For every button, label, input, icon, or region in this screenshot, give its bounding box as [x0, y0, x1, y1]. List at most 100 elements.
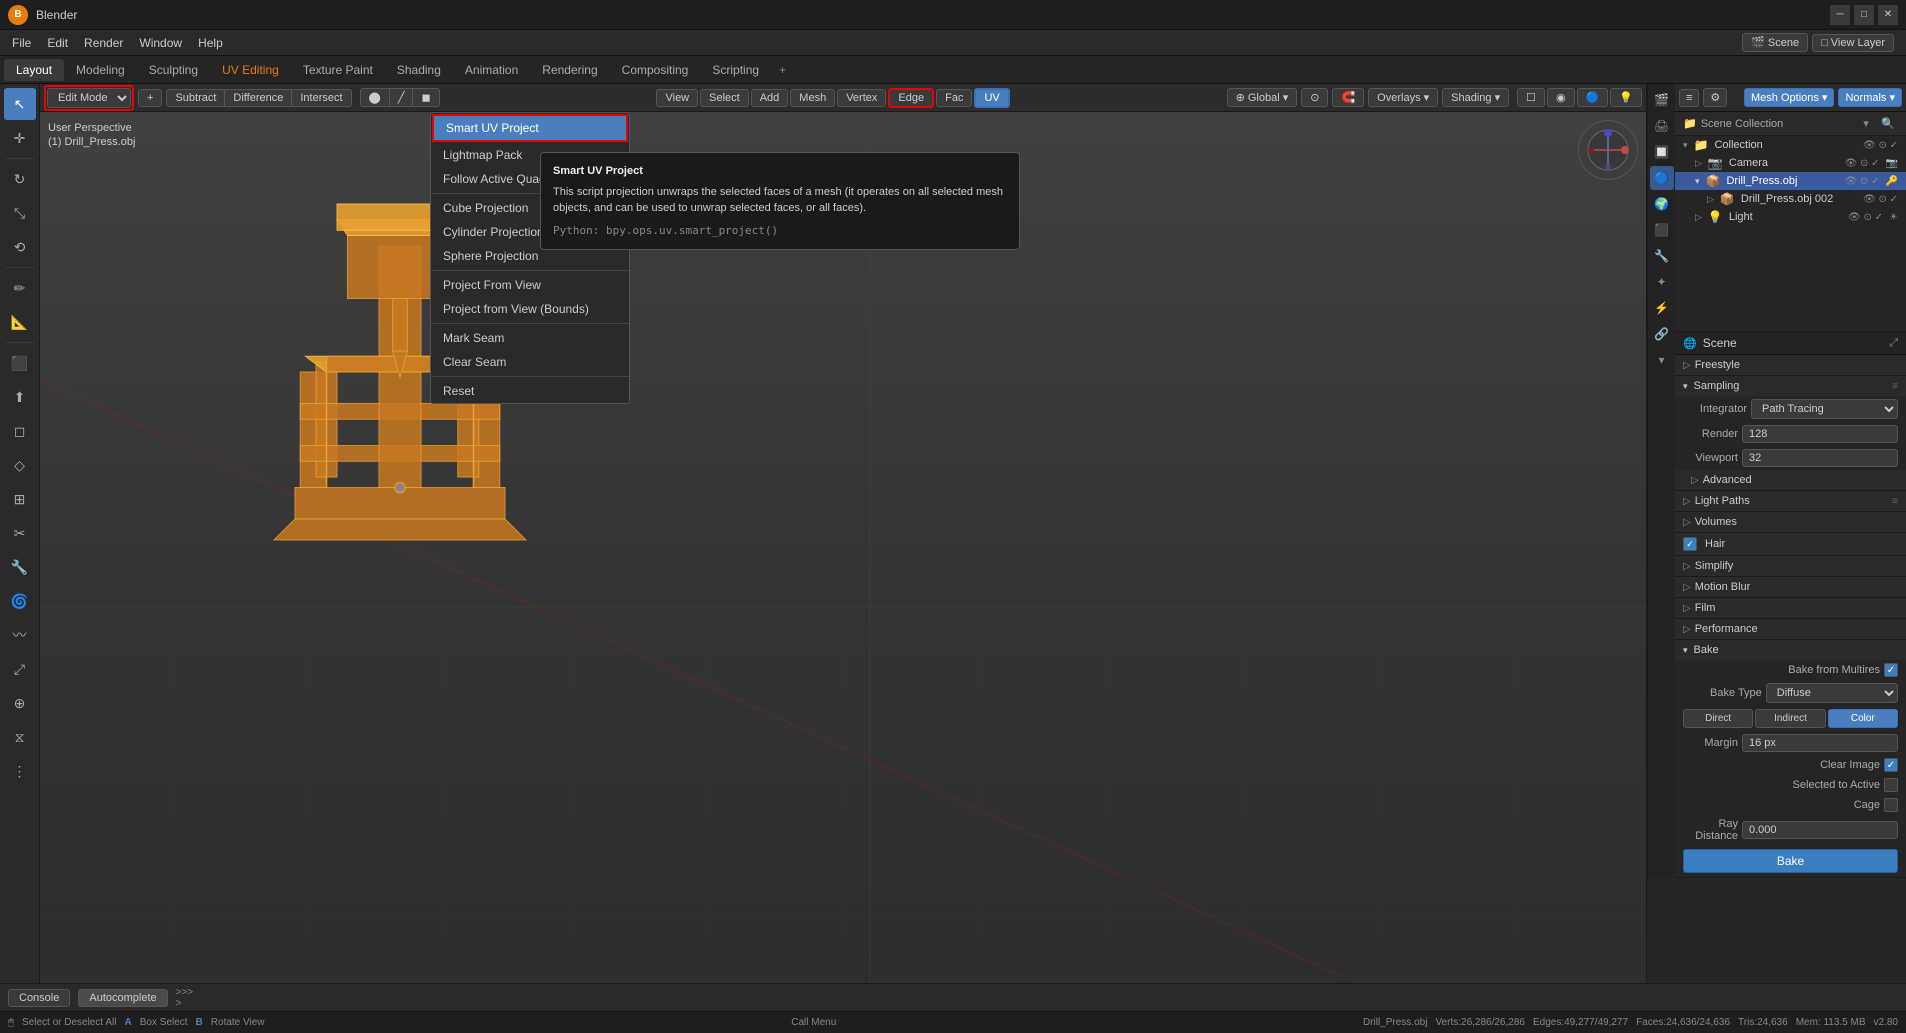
- view-orientation-gizmo[interactable]: [1578, 120, 1638, 180]
- viewport-value-input[interactable]: [1742, 449, 1898, 467]
- select-menu[interactable]: Select: [700, 89, 749, 107]
- view-menu[interactable]: View: [656, 89, 698, 107]
- uv-project-from-view-bounds[interactable]: Project from View (Bounds): [431, 297, 629, 321]
- hair-header[interactable]: ✓ Hair: [1675, 533, 1906, 555]
- bake-from-multires-checkbox[interactable]: ✓: [1884, 663, 1898, 677]
- properties-toggle[interactable]: ⚙: [1703, 88, 1727, 107]
- uv-reset[interactable]: Reset: [431, 379, 629, 403]
- tool-spin[interactable]: 🌀: [4, 585, 36, 617]
- volumes-header[interactable]: ▷ Volumes: [1675, 512, 1906, 532]
- tool-cursor[interactable]: ↖: [4, 88, 36, 120]
- cage-checkbox[interactable]: [1884, 798, 1898, 812]
- tool-smooth[interactable]: 〰: [4, 619, 36, 651]
- film-header[interactable]: ▷ Film: [1675, 598, 1906, 618]
- indirect-btn[interactable]: Indirect: [1755, 709, 1825, 728]
- constraints-props-icon[interactable]: 🔗: [1650, 322, 1674, 346]
- face-menu[interactable]: Fac: [936, 89, 972, 107]
- menu-file[interactable]: File: [4, 34, 39, 52]
- scene-tree-item-drill-press[interactable]: ▾ 📦 Drill_Press.obj 👁 ⊙ ✓ 🔑: [1675, 172, 1906, 190]
- tool-knife[interactable]: ✂: [4, 517, 36, 549]
- face-select-btn[interactable]: ◼: [412, 88, 439, 107]
- tab-compositing[interactable]: Compositing: [610, 59, 701, 81]
- viewport-3d[interactable]: Edit Mode + Subtract Difference Intersec…: [40, 84, 1646, 983]
- tab-scripting[interactable]: Scripting: [700, 59, 771, 81]
- scene-tree-item-drill-press-002[interactable]: ▷ 📦 Drill_Press.obj 002 👁 ⊙ ✓: [1675, 190, 1906, 208]
- tab-modeling[interactable]: Modeling: [64, 59, 137, 81]
- direct-btn[interactable]: Direct: [1683, 709, 1753, 728]
- tool-extrude[interactable]: ⬆: [4, 381, 36, 413]
- console-tab[interactable]: Console: [8, 989, 70, 1007]
- margin-input[interactable]: [1742, 734, 1898, 752]
- tool-annotate[interactable]: ✏: [4, 272, 36, 304]
- modifier-props-icon[interactable]: 🔧: [1650, 244, 1674, 268]
- material-shading[interactable]: 🔵: [1577, 88, 1609, 107]
- tool-scale[interactable]: ⤡: [4, 197, 36, 229]
- rendered-shading[interactable]: 💡: [1610, 88, 1642, 107]
- close-button[interactable]: ✕: [1878, 5, 1898, 25]
- color-btn[interactable]: Color: [1828, 709, 1898, 728]
- proportional-edit[interactable]: ⊙: [1301, 88, 1328, 107]
- simplify-header[interactable]: ▷ Simplify: [1675, 556, 1906, 576]
- performance-header[interactable]: ▷ Performance: [1675, 619, 1906, 639]
- menu-edit[interactable]: Edit: [39, 34, 76, 52]
- intersect-btn[interactable]: Intersect: [291, 89, 351, 107]
- autocomplete-tab[interactable]: Autocomplete: [78, 989, 167, 1007]
- advanced-header[interactable]: ▷ Advanced: [1675, 470, 1906, 490]
- tool-inset[interactable]: ◻: [4, 415, 36, 447]
- scene-tree-item-light[interactable]: ▷ 💡 Light 👁 ⊙ ✓ ☀: [1675, 208, 1906, 226]
- scene-tree-item-camera[interactable]: ▷ 📷 Camera 👁 ⊙ ✓ 📷: [1675, 154, 1906, 172]
- global-selector[interactable]: ⊕ Global ▾: [1227, 88, 1298, 107]
- view-layer-selector[interactable]: □ View Layer: [1812, 34, 1894, 52]
- wireframe-shading[interactable]: ☐: [1517, 88, 1545, 107]
- view-layer-props-icon[interactable]: 🔲: [1650, 140, 1674, 164]
- data-props-icon[interactable]: ▾: [1650, 348, 1674, 372]
- shading-btn[interactable]: Shading ▾: [1442, 88, 1509, 107]
- minimize-button[interactable]: ─: [1830, 5, 1850, 25]
- tool-transform[interactable]: ⟲: [4, 231, 36, 263]
- add-btn[interactable]: +: [138, 89, 162, 107]
- mesh-options-btn[interactable]: Mesh Options ▾: [1744, 88, 1834, 107]
- tool-loop-cut[interactable]: ⊞: [4, 483, 36, 515]
- tab-sculpting[interactable]: Sculpting: [137, 59, 210, 81]
- tool-bevel[interactable]: ◇: [4, 449, 36, 481]
- edge-select-btn[interactable]: ╱: [389, 88, 413, 107]
- mode-selector[interactable]: Edit Mode: [47, 88, 131, 108]
- freestyle-header[interactable]: ▷ Freestyle: [1675, 355, 1906, 375]
- tool-rip[interactable]: ⋮: [4, 755, 36, 787]
- mesh-menu[interactable]: Mesh: [790, 89, 835, 107]
- menu-render[interactable]: Render: [76, 34, 131, 52]
- tool-add-cube[interactable]: ⬛: [4, 347, 36, 379]
- vertex-select-btn[interactable]: ⬤: [360, 88, 389, 107]
- tool-move[interactable]: ✛: [4, 122, 36, 154]
- tool-rotate[interactable]: ↻: [4, 163, 36, 195]
- solid-shading[interactable]: ◉: [1547, 88, 1575, 107]
- object-props-icon[interactable]: ⬛: [1650, 218, 1674, 242]
- selected-to-active-checkbox[interactable]: [1884, 778, 1898, 792]
- outliner-filter-btn[interactable]: ▾: [1856, 114, 1876, 134]
- scene-fullscreen-icon[interactable]: ⤢: [1889, 337, 1898, 350]
- scene-tree-item-collection[interactable]: ▾ 📁 Collection 👁 ⊙ ✓: [1675, 136, 1906, 154]
- add-menu[interactable]: Add: [751, 89, 789, 107]
- outliner-toggle[interactable]: ≡: [1679, 89, 1699, 107]
- tool-shear[interactable]: ⧖: [4, 721, 36, 753]
- menu-help[interactable]: Help: [190, 34, 231, 52]
- sampling-list-icon[interactable]: ≡: [1892, 381, 1898, 392]
- motion-blur-header[interactable]: ▷ Motion Blur: [1675, 577, 1906, 597]
- uv-mark-seam[interactable]: Mark Seam: [431, 326, 629, 350]
- integrator-dropdown[interactable]: Path Tracing Branched Path Tracing: [1751, 399, 1898, 419]
- output-props-icon[interactable]: 🖨: [1650, 114, 1674, 138]
- maximize-button[interactable]: □: [1854, 5, 1874, 25]
- tab-animation[interactable]: Animation: [453, 59, 530, 81]
- tab-texture-paint[interactable]: Texture Paint: [291, 59, 385, 81]
- tool-poly-build[interactable]: 🔧: [4, 551, 36, 583]
- subtract-btn[interactable]: Subtract: [166, 89, 224, 107]
- add-workspace-button[interactable]: +: [771, 59, 794, 81]
- world-props-icon[interactable]: 🌍: [1650, 192, 1674, 216]
- light-paths-header[interactable]: ▷ Light Paths ≡: [1675, 491, 1906, 511]
- tool-edge-slide[interactable]: ⤢: [4, 653, 36, 685]
- overlays-btn[interactable]: Overlays ▾: [1368, 88, 1438, 107]
- physics-props-icon[interactable]: ⚡: [1650, 296, 1674, 320]
- edge-menu[interactable]: Edge: [888, 88, 934, 108]
- tab-rendering[interactable]: Rendering: [530, 59, 609, 81]
- uv-project-from-view[interactable]: Project From View: [431, 273, 629, 297]
